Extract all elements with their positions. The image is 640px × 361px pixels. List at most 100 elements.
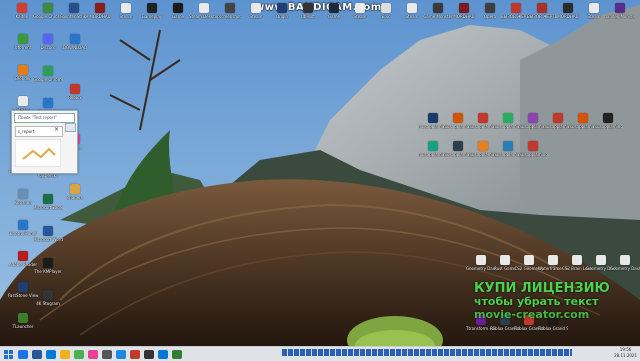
desktop-icon-label: musapplaming: [518, 152, 548, 157]
taskbar-app-icon[interactable]: [172, 349, 182, 359]
desktop-icon[interactable]: The KMPlayer: [33, 258, 63, 286]
app-icon: [578, 113, 588, 123]
desktop-icon[interactable]: Microsoft Excel: [33, 194, 63, 222]
desktop-icon[interactable]: Microsoft Word: [33, 226, 63, 254]
app-icon: [43, 66, 53, 76]
app-icon: [603, 113, 613, 123]
taskbar-app-icon[interactable]: [18, 349, 28, 359]
desktop-icon[interactable]: Google Chrome: [33, 66, 63, 94]
app-icon: [17, 3, 27, 13]
desktop-icon-label: Microsoft Word: [33, 237, 63, 242]
taskbar-app-icon[interactable]: [130, 349, 140, 359]
promo-line-1: КУПИ ЛИЦЕНЗИЮ: [474, 281, 610, 296]
promo-line-3: movie-creator.com: [474, 308, 590, 321]
app-icon: [478, 141, 488, 151]
desktop-icon[interactable]: musapplaming: [593, 113, 623, 141]
app-icon: [553, 113, 563, 123]
desktop-icon-label: Microsoft Excel: [33, 205, 63, 210]
app-icon: [199, 3, 209, 13]
taskbar-app-icon[interactable]: [116, 349, 126, 359]
promo-line-2: чтобы убрать текст: [474, 295, 599, 308]
taskbar-app-icon[interactable]: [46, 349, 56, 359]
desktop-icon-label: Discord: [40, 45, 56, 50]
taskbar-app-icon[interactable]: [144, 349, 154, 359]
app-icon: [548, 255, 558, 265]
app-icon: [485, 3, 495, 13]
app-icon: [620, 255, 630, 265]
desktop-icon[interactable]: musapplaming: [518, 141, 548, 169]
app-icon: [476, 255, 486, 265]
app-icon: [18, 313, 28, 323]
desktop-icon-label: Yandex Monster: [605, 14, 635, 19]
app-icon: [69, 3, 79, 13]
panel-button[interactable]: [65, 123, 76, 132]
app-icon: [589, 3, 599, 13]
app-icon: [18, 251, 28, 261]
app-icon: [528, 113, 538, 123]
desktop-icon-label: musapplaming: [593, 124, 623, 129]
app-icon: [524, 255, 534, 265]
app-icon: [70, 84, 80, 94]
app-icon: [70, 34, 80, 44]
search-input[interactable]: Поиск "Test report": [14, 113, 75, 123]
desktop-icon[interactable]: 4K Stogram: [33, 290, 63, 318]
app-icon: [459, 3, 469, 13]
app-icon: [528, 141, 538, 151]
taskbar-app-icon[interactable]: [102, 349, 112, 359]
desktop-icon[interactable]: shaders: [60, 184, 90, 212]
app-icon: [251, 3, 261, 13]
app-icon: [407, 3, 417, 13]
desktop-icon[interactable]: DOWNLOAD: [60, 34, 90, 62]
desktop-icon-label: Geometry Dash 2.0: [610, 266, 640, 271]
taskbar-app-icon[interactable]: [158, 349, 168, 359]
search-panel[interactable]: Поиск "Test report" s_report ×: [11, 110, 78, 174]
app-icon: [428, 113, 438, 123]
desktop-icon[interactable]: Yandex Monster: [605, 3, 635, 31]
app-icon: [503, 141, 513, 151]
app-icon: [329, 3, 339, 13]
app-icon: [615, 3, 625, 13]
desktop-icon-label: 4K Stogram: [36, 301, 60, 306]
app-icon: [121, 3, 131, 13]
app-icon: [428, 141, 438, 151]
preview-thumbnail: [15, 139, 61, 167]
desktop-icon-label: Roblox Grand Story Mode: [538, 326, 568, 331]
app-icon: [95, 3, 105, 13]
app-icon: [18, 96, 28, 106]
app-icon: [43, 290, 53, 300]
taskbar-app-icon[interactable]: [32, 349, 42, 359]
app-icon: [43, 3, 53, 13]
app-icon: [563, 3, 573, 13]
desktop-icon[interactable]: Roblox: [60, 84, 90, 112]
app-icon: [433, 3, 443, 13]
app-icon: [453, 113, 463, 123]
desktop-icon-label: The KMPlayer: [34, 269, 62, 274]
windows-icon: [3, 349, 13, 359]
system-clock[interactable]: 19:56 28.11.2021: [614, 347, 637, 359]
taskbar-app-icon[interactable]: [60, 349, 70, 359]
app-icon: [511, 3, 521, 13]
app-icon: [18, 220, 28, 230]
app-icon: [537, 3, 547, 13]
app-icon: [43, 194, 53, 204]
app-icon: [381, 3, 391, 13]
app-icon: [596, 255, 606, 265]
taskbar-app-icon[interactable]: [74, 349, 84, 359]
app-icon: [277, 3, 287, 13]
desktop-icon[interactable]: Geometry Dash 2.0: [610, 255, 640, 283]
app-icon: [18, 65, 28, 75]
app-icon: [453, 141, 463, 151]
promo-overlay: КУПИ ЛИЦЕНЗИЮ чтобы убрать текст movie-c…: [474, 282, 610, 321]
desktop-icon[interactable]: Discord: [33, 34, 63, 62]
app-icon: [43, 34, 53, 44]
close-icon[interactable]: ×: [54, 126, 59, 133]
app-icon: [43, 98, 53, 108]
desktop-icon-label: TLauncher: [12, 324, 34, 329]
start-button[interactable]: [0, 347, 16, 361]
app-icon: [147, 3, 157, 13]
taskbar-progress-strip: [282, 349, 572, 356]
app-icon: [503, 113, 513, 123]
app-icon: [43, 258, 53, 268]
taskbar-app-icon[interactable]: [88, 349, 98, 359]
app-icon: [355, 3, 365, 13]
